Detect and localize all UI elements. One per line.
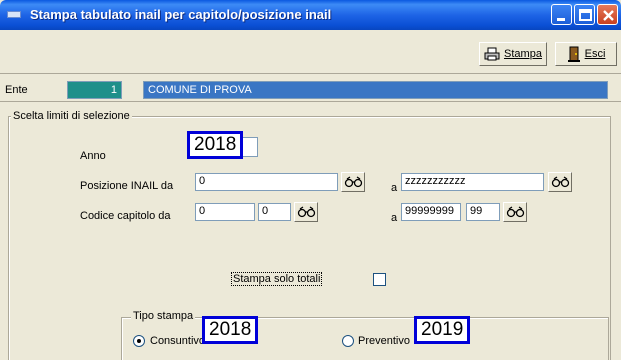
posizione-from-lookup-button[interactable] (341, 172, 365, 192)
exit-door-icon (567, 46, 580, 62)
close-button[interactable] (597, 4, 618, 25)
ente-name-field: COMUNE DI PROVA (143, 81, 608, 99)
print-window: Stampa tabulato inail per capitolo/posiz… (0, 0, 621, 360)
codice-to-field-1[interactable]: 99999999 (401, 203, 461, 221)
maximize-icon (579, 9, 592, 21)
stampa-label: Stampa (504, 48, 542, 60)
minimize-icon (557, 18, 565, 21)
codice-to-label: a (391, 212, 398, 224)
binoculars-icon (344, 176, 363, 188)
esci-label: Esci (584, 48, 606, 60)
binoculars-icon (297, 206, 316, 218)
maximize-button[interactable] (574, 4, 595, 25)
tipo-stampa-caption: Tipo stampa (131, 310, 196, 322)
toolbar: Stampa Esci (0, 30, 621, 74)
stampa-button[interactable]: Stampa (479, 42, 547, 66)
codice-from-field-1[interactable]: 0 (195, 203, 255, 221)
posizione-to-field[interactable]: zzzzzzzzzzz (401, 173, 544, 191)
ente-row: Ente 1 COMUNE DI PROVA (0, 76, 621, 102)
window-title: Stampa tabulato inail per capitolo/posiz… (30, 7, 332, 22)
title-bar[interactable]: Stampa tabulato inail per capitolo/posiz… (0, 0, 621, 30)
posizione-to-label: a (391, 182, 398, 194)
consuntivo-year-field[interactable]: 2018 (202, 316, 259, 344)
app-icon (7, 11, 21, 18)
codice-label: Codice capitolo da (80, 210, 171, 222)
ente-code-field[interactable]: 1 (67, 81, 122, 99)
consuntivo-label[interactable]: Consuntivo (150, 335, 205, 347)
anno-field[interactable]: 2018 (187, 131, 244, 159)
codice-from-field-2[interactable]: 0 (258, 203, 291, 221)
preventivo-radio[interactable] (342, 335, 354, 347)
codice-to-lookup-button[interactable] (503, 202, 527, 222)
selection-group-caption: Scelta limiti di selezione (11, 110, 132, 122)
solo-totali-label[interactable]: Stampa solo totali (231, 272, 323, 286)
codice-to-field-2[interactable]: 99 (466, 203, 500, 221)
close-icon (603, 10, 614, 21)
printer-icon (484, 47, 500, 61)
codice-from-lookup-button[interactable] (294, 202, 318, 222)
anno-label: Anno (80, 150, 106, 162)
ente-label: Ente (5, 84, 28, 96)
solo-totali-checkbox[interactable] (373, 273, 386, 286)
minimize-button[interactable] (551, 4, 572, 25)
consuntivo-radio[interactable] (133, 335, 145, 347)
binoculars-icon (551, 176, 570, 188)
esci-button[interactable]: Esci (555, 42, 617, 66)
posizione-to-lookup-button[interactable] (548, 172, 572, 192)
posizione-label: Posizione INAIL da (80, 180, 174, 192)
preventivo-label[interactable]: Preventivo (358, 335, 410, 347)
binoculars-icon (506, 206, 525, 218)
preventivo-year-field[interactable]: 2019 (414, 316, 471, 344)
posizione-from-field[interactable]: 0 (195, 173, 338, 191)
